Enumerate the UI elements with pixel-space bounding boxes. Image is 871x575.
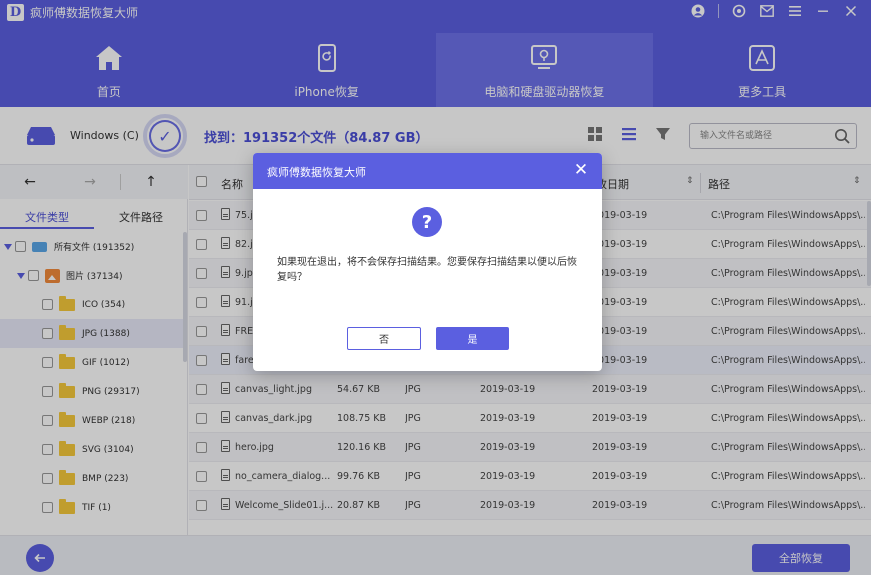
dialog-header: 疯师傅数据恢复大师 ✕ xyxy=(253,153,602,189)
close-icon[interactable]: ✕ xyxy=(571,160,591,180)
question-icon: ? xyxy=(412,207,442,237)
save-scan-dialog: 疯师傅数据恢复大师 ✕ ? 如果现在退出，将不会保存扫描结果。您要保存扫描结果以… xyxy=(253,153,602,371)
dialog-title: 疯师傅数据恢复大师 xyxy=(267,166,366,179)
yes-button[interactable]: 是 xyxy=(436,327,509,350)
no-button[interactable]: 否 xyxy=(347,327,421,350)
dialog-message: 如果现在退出，将不会保存扫描结果。您要保存扫描结果以便以后恢复吗？ xyxy=(277,257,577,283)
